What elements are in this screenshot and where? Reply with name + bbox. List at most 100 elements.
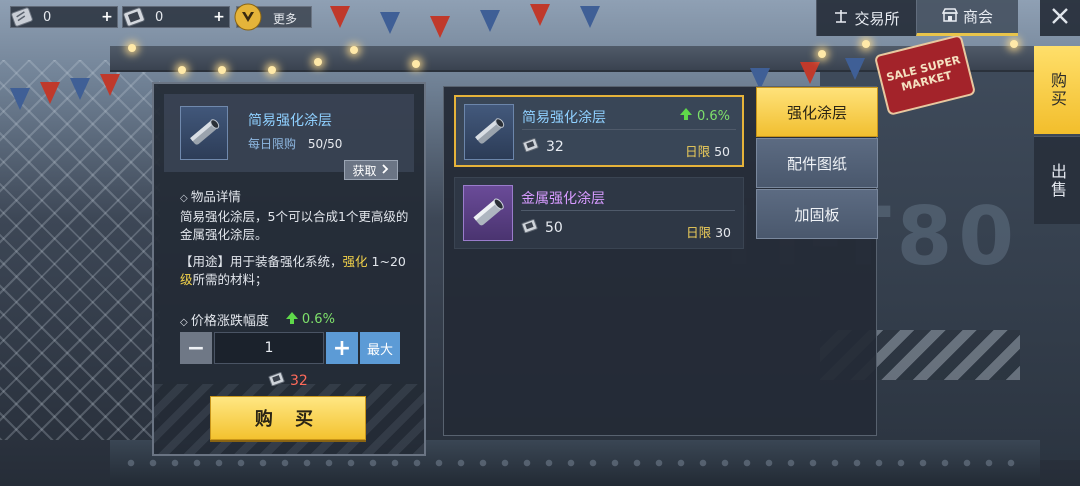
resource-ticket: 0 +	[10, 6, 118, 28]
usage-prefix: 【用途】用于装备强化系统，	[180, 254, 343, 269]
pennant-flag	[845, 58, 865, 80]
details-description: 简易强化涂层，5个可以合成1个更高级的金属强化涂层。	[180, 209, 409, 242]
get-source-button[interactable]: 获取	[344, 160, 398, 180]
pennant-flag	[800, 62, 820, 84]
usage-level: 级	[180, 272, 193, 287]
item-detail-panel: 简易强化涂层 每日限购 50/50 获取 物品详情 简易强化涂层，5个可以合成1…	[152, 82, 426, 456]
string-light	[818, 50, 826, 58]
item-name: 金属强化涂层	[521, 191, 605, 207]
coating-pipe-icon	[475, 118, 505, 144]
top-tabs: 交易所 商会	[816, 0, 1040, 36]
arrow-up-icon	[679, 107, 693, 125]
side-tab-sell[interactable]: 出售	[1034, 136, 1080, 224]
usage-highlight: 强化	[342, 254, 368, 269]
max-quantity-button[interactable]: 最大	[360, 332, 400, 364]
decrease-button[interactable]: −	[180, 332, 212, 364]
list-item[interactable]: 金属强化涂层 50 日限 30	[454, 177, 744, 249]
price-change-rise: 0.6%	[285, 311, 335, 329]
string-light	[178, 66, 186, 74]
daily-limit: 每日限购 50/50	[248, 135, 342, 152]
string-light	[218, 66, 226, 74]
divider	[521, 210, 735, 211]
chain-fence	[0, 60, 160, 440]
daily-limit: 日限 30	[686, 222, 731, 241]
daily-limit-value: 50/50	[307, 137, 343, 151]
add-ticket-button[interactable]: +	[99, 9, 115, 25]
item-price: 32	[522, 138, 564, 156]
quantity-input[interactable]: 1	[214, 332, 324, 364]
string-light	[1010, 40, 1018, 48]
string-light	[314, 58, 322, 66]
resource-value: 0	[155, 9, 164, 25]
item-price: 50	[521, 219, 563, 237]
arrow-up-icon	[285, 311, 299, 329]
ticket-icon	[7, 2, 37, 32]
daily-limit-label: 日限	[686, 225, 712, 240]
category-armor-plate[interactable]: 加固板	[756, 189, 878, 239]
item-thumbnail	[180, 106, 228, 160]
pennant-flag	[100, 74, 120, 96]
more-button[interactable]: 更多	[234, 3, 312, 31]
more-label: 更多	[273, 12, 298, 26]
item-price-value: 32	[546, 139, 564, 155]
currency-icon	[522, 138, 540, 156]
pennant-flag	[70, 78, 90, 100]
metal-pipe-icon	[473, 198, 504, 226]
shop-icon	[941, 7, 959, 27]
buy-button[interactable]: 购 买	[210, 396, 366, 440]
category-blueprint[interactable]: 配件图纸	[756, 138, 878, 188]
item-name: 简易强化涂层	[522, 110, 606, 126]
daily-limit-label: 每日限购	[248, 137, 297, 151]
category-coating[interactable]: 强化涂层	[756, 87, 878, 137]
details-title: 物品详情	[180, 188, 410, 208]
tab-shop[interactable]: 商会	[916, 0, 1018, 36]
exchange-icon	[833, 8, 849, 28]
resource-value: 0	[43, 9, 52, 25]
item-thumbnail	[464, 104, 514, 160]
top-bar: 0 + 0 + 更多 交易所 商会	[0, 0, 1080, 36]
list-item[interactable]: 简易强化涂层 0.6% 32 日限 50	[454, 95, 744, 167]
get-source-label: 获取	[352, 163, 377, 178]
quantity-stepper: − 1 + 最大	[180, 332, 402, 364]
total-cost-value: 32	[290, 373, 308, 389]
price-change: 价格涨跌幅度 0.6%	[180, 310, 335, 329]
item-list-panel: 简易强化涂层 0.6% 32 日限 50 金属强化涂层 50 日限 30 强化涂…	[443, 86, 878, 436]
string-light	[412, 60, 420, 68]
price-change-value: 0.6%	[301, 312, 335, 327]
pennant-flag	[10, 88, 30, 110]
daily-limit-value: 50	[714, 144, 730, 159]
emblem-icon	[233, 2, 263, 32]
price-change-value: 0.6%	[696, 108, 730, 124]
string-light	[862, 40, 870, 48]
details-usage: 【用途】用于装备强化系统，强化 1~20 级所需的材料；	[180, 253, 410, 289]
tab-shop-label: 商会	[962, 8, 993, 26]
price-change-rise: 0.6%	[679, 107, 730, 125]
item-thumbnail	[463, 185, 513, 241]
add-voucher-button[interactable]: +	[211, 9, 227, 25]
price-change-label: 价格涨跌幅度	[180, 310, 269, 329]
daily-limit: 日限 50	[685, 141, 730, 160]
pennant-flag	[40, 82, 60, 104]
item-price-value: 50	[545, 220, 563, 236]
string-light	[268, 66, 276, 74]
resource-voucher: 0 +	[122, 6, 230, 28]
daily-limit-label: 日限	[685, 144, 711, 159]
string-light	[128, 44, 136, 52]
close-button[interactable]	[1040, 0, 1080, 36]
item-details: 物品详情 简易强化涂层，5个可以合成1个更高级的金属强化涂层。 【用途】用于装备…	[180, 188, 410, 296]
chevron-right-icon	[380, 163, 390, 177]
usage-range: 1~20	[371, 254, 406, 269]
currency-icon	[521, 219, 539, 237]
string-light	[350, 46, 358, 54]
tab-exchange-label: 交易所	[854, 9, 900, 28]
coating-pipe-icon	[190, 119, 220, 145]
tab-exchange[interactable]: 交易所	[816, 0, 916, 36]
increase-button[interactable]: +	[326, 332, 358, 364]
divider	[522, 129, 736, 130]
side-tab-buy[interactable]: 购买	[1034, 46, 1080, 134]
daily-limit-value: 30	[715, 225, 731, 240]
currency-icon	[268, 372, 286, 390]
total-cost: 32	[268, 372, 308, 390]
bolt-voucher-icon	[119, 2, 149, 32]
usage-suffix: 所需的材料；	[192, 272, 268, 287]
